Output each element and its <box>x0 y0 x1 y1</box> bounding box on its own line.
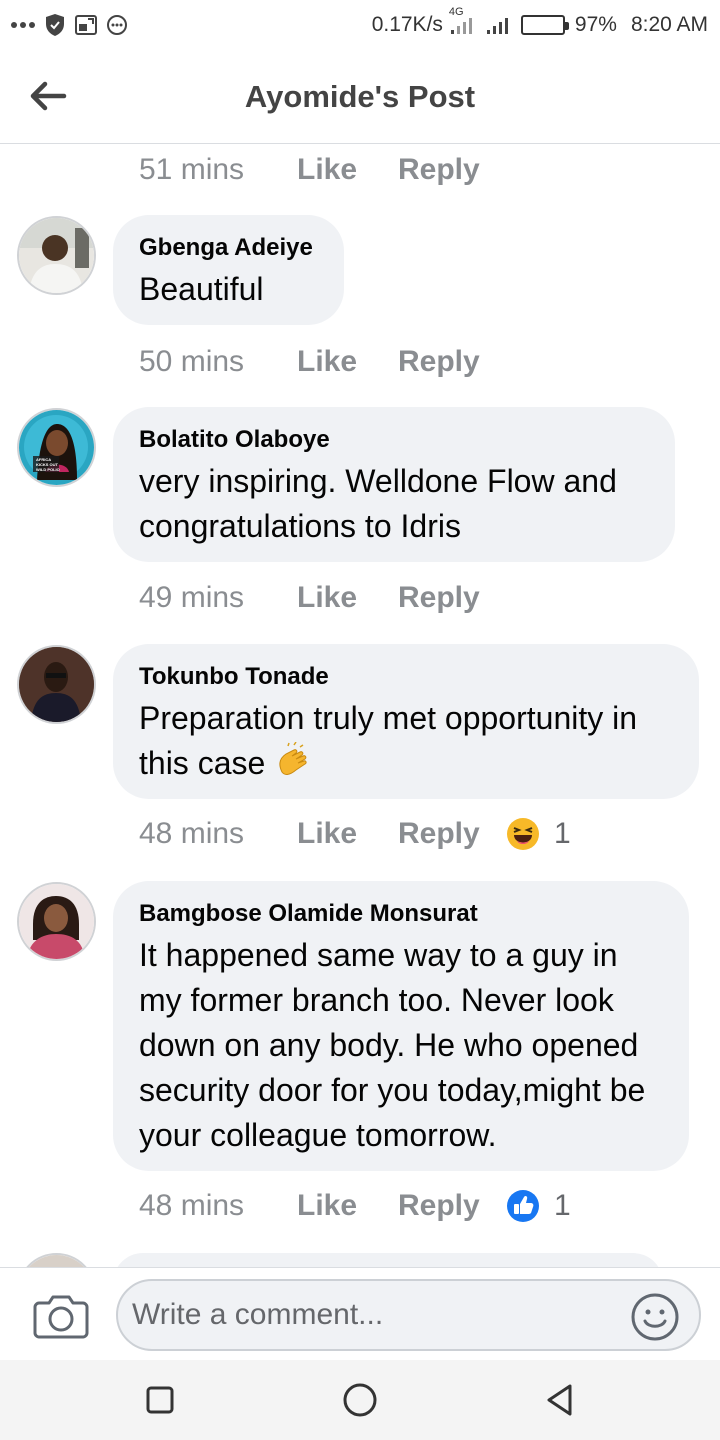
clapping-hands-emoji-icon <box>274 741 312 792</box>
comment-text-body: Preparation truly met opportunity in thi… <box>139 700 638 781</box>
avatar[interactable] <box>17 1253 96 1267</box>
comment-text: It happened same way to a guy in my form… <box>139 937 646 1153</box>
comment-time: 51 mins <box>139 153 245 186</box>
back-arrow-icon <box>30 81 67 111</box>
back-button[interactable] <box>26 78 70 114</box>
more-dots-icon <box>10 20 36 30</box>
comment-bubble[interactable]: Bolatito Olaboye very inspiring. Welldon… <box>113 407 675 562</box>
battery-icon <box>520 15 569 35</box>
comment-author[interactable]: Bamgbose Olamide Monsurat <box>139 899 663 929</box>
battery-percent: 97% <box>574 13 617 36</box>
clock: 8:20 AM <box>630 13 708 36</box>
comment-bubble[interactable] <box>113 1253 663 1267</box>
comment-time: 48 mins <box>139 817 245 850</box>
reaction-summary[interactable]: 1 <box>506 817 571 851</box>
back-nav-button[interactable] <box>540 1380 580 1420</box>
comment-text: Preparation truly met opportunity in thi… <box>139 696 673 792</box>
like-button[interactable]: Like <box>297 817 398 851</box>
comment-time: 50 mins <box>139 345 245 378</box>
reply-button[interactable]: Reply <box>398 153 506 187</box>
post-header: Ayomide's Post <box>0 50 720 144</box>
circle-icon <box>343 1383 377 1417</box>
square-icon <box>146 1386 174 1414</box>
comment-text: Beautiful <box>139 271 264 307</box>
reaction-summary[interactable]: 1 <box>506 1189 571 1223</box>
reply-button[interactable]: Reply <box>398 817 506 851</box>
reaction-count: 1 <box>554 817 571 850</box>
avatar[interactable] <box>17 882 96 961</box>
comment-author[interactable]: Gbenga Adeiye <box>139 233 318 263</box>
comment-time: 49 mins <box>139 581 245 614</box>
like-button[interactable]: Like <box>297 345 398 379</box>
camera-icon <box>33 1295 89 1339</box>
avatar[interactable] <box>17 645 96 724</box>
comment-input[interactable] <box>116 1279 701 1351</box>
like-button[interactable]: Like <box>297 153 398 187</box>
like-reaction-icon <box>506 1189 540 1223</box>
network-speed: 0.17K/s <box>371 13 443 36</box>
comment-meta-row: 51 mins Like Reply <box>139 153 506 187</box>
comment-meta-row: 49 mins Like Reply <box>139 581 506 615</box>
comment-composer <box>0 1267 720 1360</box>
like-button[interactable]: Like <box>297 581 398 615</box>
avatar-overlay-text: AFRICA KICKS OUT WILD POLIO <box>36 457 60 472</box>
avatar[interactable]: AFRICA KICKS OUT WILD POLIO <box>17 408 96 487</box>
reaction-count: 1 <box>554 1189 571 1222</box>
screen-cast-icon <box>74 14 98 36</box>
haha-reaction-icon <box>506 817 540 851</box>
comment-time: 48 mins <box>139 1189 245 1222</box>
status-right-icons: 0.17K/s 4G 97% 8:20 AM <box>371 6 708 37</box>
comment-text: very inspiring. Welldone Flow and congra… <box>139 463 617 544</box>
home-button[interactable] <box>340 1380 380 1420</box>
shield-icon <box>44 13 66 37</box>
triangle-back-icon <box>547 1384 572 1416</box>
comments-list[interactable]: 51 mins Like Reply Gbenga Adeiye Beautif… <box>0 145 720 1267</box>
chat-bubble-icon <box>106 14 128 36</box>
avatar[interactable] <box>17 216 96 295</box>
emoji-button[interactable] <box>630 1292 680 1342</box>
comment-bubble[interactable]: Gbenga Adeiye Beautiful <box>113 215 344 325</box>
comment-bubble[interactable]: Bamgbose Olamide Monsurat It happened sa… <box>113 881 689 1171</box>
comment-bubble[interactable]: Tokunbo Tonade Preparation truly met opp… <box>113 644 699 799</box>
status-left-icons <box>10 13 128 37</box>
like-button[interactable]: Like <box>297 1189 398 1223</box>
camera-button[interactable] <box>33 1293 89 1339</box>
page-title: Ayomide's Post <box>244 78 476 114</box>
comment-author[interactable]: Tokunbo Tonade <box>139 662 673 692</box>
comment-meta-row: 48 mins Like Reply 1 <box>139 1189 571 1223</box>
reply-button[interactable]: Reply <box>398 1189 506 1223</box>
comment-meta-row: 48 mins Like Reply 1 <box>139 817 571 851</box>
system-nav-bar <box>0 1360 720 1440</box>
reply-button[interactable]: Reply <box>398 581 506 615</box>
recent-apps-button[interactable] <box>140 1380 180 1420</box>
signal-strength-icon <box>485 14 515 36</box>
smiley-icon <box>631 1293 679 1341</box>
status-bar: 0.17K/s 4G 97% 8:20 AM <box>0 0 720 50</box>
signal-4g-icon: 4G <box>449 6 479 36</box>
comment-meta-row: 50 mins Like Reply <box>139 345 506 379</box>
comment-author[interactable]: Bolatito Olaboye <box>139 425 649 455</box>
reply-button[interactable]: Reply <box>398 345 506 379</box>
network-type-label: 4G <box>448 6 464 18</box>
